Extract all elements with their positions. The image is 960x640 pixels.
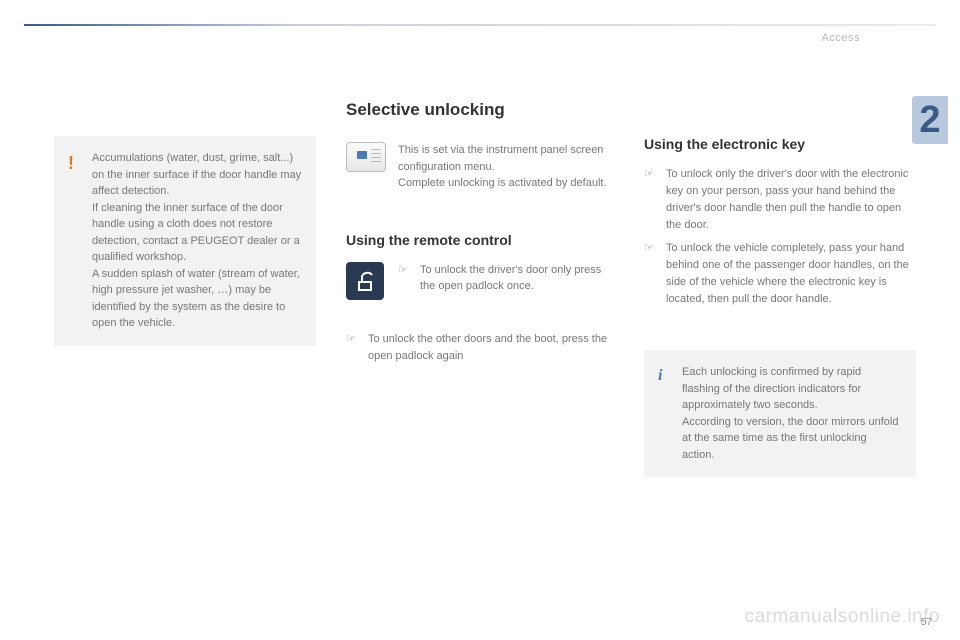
watermark: carmanualsonline.info: [745, 606, 940, 628]
ek-bullet-1: To unlock only the driver's door with th…: [666, 166, 916, 234]
selective-unlocking-title: Selective unlocking: [346, 100, 614, 120]
page-content: ! Accumulations (water, dust, grime, sal…: [54, 100, 900, 477]
list-item: ☞ To unlock the vehicle completely, pass…: [644, 240, 916, 308]
instrument-panel-icon: [346, 142, 386, 178]
exclamation-icon: !: [68, 150, 74, 177]
remote-bullet-2: ☞ To unlock the other doors and the boot…: [346, 331, 614, 365]
remote-row: ☞ To unlock the driver's door only press…: [346, 262, 614, 301]
bullet-mark-icon: ☞: [644, 240, 656, 308]
open-padlock-icon: [346, 262, 386, 298]
warning-box: ! Accumulations (water, dust, grime, sal…: [54, 136, 316, 346]
instrument-panel-text: This is set via the instrument panel scr…: [398, 142, 614, 192]
bullet-mark-icon: ☞: [346, 331, 358, 365]
info-text: Each unlocking is confirmed by rapid fla…: [682, 366, 898, 461]
page-number: 57: [921, 617, 932, 628]
column-right: Using the electronic key ☞ To unlock onl…: [644, 100, 916, 477]
bullet-mark-icon: ☞: [644, 166, 656, 234]
chapter-badge: 2: [912, 96, 948, 144]
ek-bullet-2: To unlock the vehicle completely, pass y…: [666, 240, 916, 308]
info-icon: i: [658, 364, 662, 388]
column-middle: Selective unlocking This is set via the …: [346, 100, 614, 477]
info-box: i Each unlocking is confirmed by rapid f…: [644, 350, 916, 477]
instrument-panel-row: This is set via the instrument panel scr…: [346, 142, 614, 192]
header-rule: [24, 24, 936, 26]
list-item: ☞ To unlock only the driver's door with …: [644, 166, 916, 234]
warning-text: Accumulations (water, dust, grime, salt.…: [92, 152, 301, 329]
remote-bullet-2-text: To unlock the other doors and the boot, …: [368, 331, 614, 365]
electronic-key-bullets: ☞ To unlock only the driver's door with …: [644, 166, 916, 308]
electronic-key-title: Using the electronic key: [644, 136, 916, 152]
section-label: Access: [822, 32, 860, 44]
column-left: ! Accumulations (water, dust, grime, sal…: [54, 100, 316, 477]
remote-bullet-1: ☞ To unlock the driver's door only press…: [398, 262, 614, 301]
remote-control-title: Using the remote control: [346, 232, 614, 248]
remote-bullet-1-text: To unlock the driver's door only press t…: [420, 262, 614, 295]
bullet-mark-icon: ☞: [398, 262, 410, 295]
